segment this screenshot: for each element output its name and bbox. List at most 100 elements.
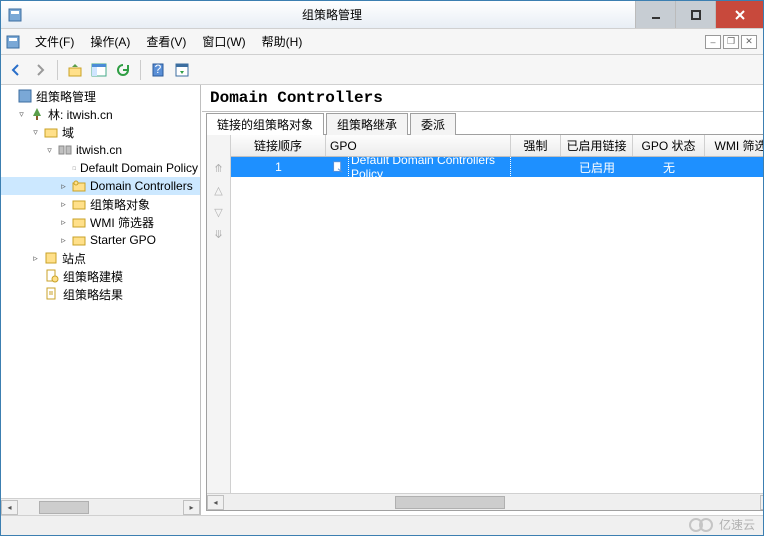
menu-bar: 文件(F) 操作(A) 查看(V) 窗口(W) 帮助(H) – ❐ ✕ [1,29,763,55]
tree-domain[interactable]: itwish.cn [1,141,200,159]
tree-starter-gpo[interactable]: Starter GPO [1,231,200,249]
col-status[interactable]: GPO 状态 [633,135,705,156]
mdi-minimize-button[interactable]: – [705,35,721,49]
scroll-thumb[interactable] [395,496,505,509]
mdi-restore-button[interactable]: ❐ [723,35,739,49]
gpo-link-icon [72,160,77,176]
tree-label: Domain Controllers [90,179,193,193]
grid-row[interactable]: 1 Default Domain Controllers Policy 已启用 … [231,157,763,177]
tab-linked-gpo[interactable]: 链接的组策略对象 [206,113,324,135]
tree-default-domain-policy[interactable]: Default Domain Policy [1,159,200,177]
watermark: 亿速云 [687,515,755,533]
tree-label: 站点 [62,250,86,267]
move-down-button[interactable]: ▽ [210,203,228,221]
maximize-button[interactable] [675,1,715,28]
title-bar: 组策略管理 [1,1,763,29]
forward-button[interactable] [29,59,51,81]
menu-file[interactable]: 文件(F) [27,30,82,53]
tab-strip: 链接的组策略对象 组策略继承 委派 [202,112,763,134]
sites-icon [43,250,59,266]
menu-window[interactable]: 窗口(W) [194,30,253,53]
tab-delegation[interactable]: 委派 [410,113,456,135]
content-pane: Domain Controllers 链接的组策略对象 组策略继承 委派 ⤊ △… [201,85,763,515]
tree-domain-controllers[interactable]: Domain Controllers [1,177,200,195]
col-gpo[interactable]: GPO [326,135,511,156]
grid-body: 1 Default Domain Controllers Policy 已启用 … [231,157,763,493]
tree-label: 组策略管理 [36,88,96,105]
tree-label: 组策略建模 [63,268,123,285]
scroll-right-button[interactable]: ▸ [183,500,200,515]
scroll-left-button[interactable]: ◂ [207,495,224,510]
cell-status: 无 [633,157,705,177]
svg-text:?: ? [155,62,162,76]
up-button[interactable] [64,59,86,81]
tree-label: itwish.cn [76,143,122,157]
col-force[interactable]: 强制 [511,135,561,156]
grid-horizontal-scrollbar[interactable]: ◂ ▸ [207,493,763,510]
mmc-icon [5,34,21,50]
tab-page: ⤊ △ ▽ ⤋ 链接顺序 GPO 强制 已启用链接 GPO 状态 WMI 筛选 [206,134,763,511]
move-top-button[interactable]: ⤊ [210,159,228,177]
domains-icon [43,124,59,140]
mdi-close-button[interactable]: ✕ [741,35,757,49]
show-hide-tree-button[interactable] [88,59,110,81]
cell-gpo-label: Default Domain Controllers Policy [348,157,511,177]
cell-order: 1 [231,157,326,177]
scroll-thumb[interactable] [39,501,89,514]
gpo-link-icon [331,159,345,175]
tree-sites[interactable]: 站点 [1,249,200,267]
tree-horizontal-scrollbar[interactable]: ◂ ▸ [1,498,200,515]
tree-label: 组策略对象 [90,196,150,213]
refresh-button[interactable] [112,59,134,81]
move-bottom-button[interactable]: ⤋ [210,225,228,243]
tree-label: 组策略结果 [63,286,123,303]
forest-icon [29,106,45,122]
gpo-grid[interactable]: 链接顺序 GPO 强制 已启用链接 GPO 状态 WMI 筛选 1 [231,135,763,493]
tree-label: 林: itwish.cn [48,106,113,123]
menu-view[interactable]: 查看(V) [138,30,194,53]
navigation-tree[interactable]: 组策略管理 林: itwish.cn 域 itwish.cn [1,85,200,498]
help-button[interactable]: ? [147,59,169,81]
tree-label: 域 [62,124,74,141]
tree-forest[interactable]: 林: itwish.cn [1,105,200,123]
toolbar: ? [1,55,763,85]
results-icon [44,286,60,302]
tree-label: Starter GPO [90,233,156,247]
tree-domains[interactable]: 域 [1,123,200,141]
cell-force [511,157,561,177]
grid-header: 链接顺序 GPO 强制 已启用链接 GPO 状态 WMI 筛选 [231,135,763,157]
tree-root[interactable]: 组策略管理 [1,87,200,105]
tree-pane: 组策略管理 林: itwish.cn 域 itwish.cn [1,85,201,515]
folder-icon [71,214,87,230]
minimize-button[interactable] [635,1,675,28]
move-up-button[interactable]: △ [210,181,228,199]
cell-gpo: Default Domain Controllers Policy [326,157,511,177]
close-button[interactable] [715,1,763,28]
tree-results[interactable]: 组策略结果 [1,285,200,303]
window-title: 组策略管理 [29,6,635,23]
scroll-left-button[interactable]: ◂ [1,500,18,515]
folder-icon [71,232,87,248]
tree-label: Default Domain Policy [80,161,198,175]
tab-inheritance[interactable]: 组策略继承 [326,113,408,135]
modeling-icon [44,268,60,284]
col-wmi[interactable]: WMI 筛选 [705,135,763,156]
menu-help[interactable]: 帮助(H) [254,30,311,53]
tree-label: WMI 筛选器 [90,214,154,231]
tree-wmi-filters[interactable]: WMI 筛选器 [1,213,200,231]
tree-gpo-objects[interactable]: 组策略对象 [1,195,200,213]
action-pane-button[interactable] [171,59,193,81]
col-link-enabled[interactable]: 已启用链接 [561,135,633,156]
col-order[interactable]: 链接顺序 [231,135,326,156]
link-order-buttons: ⤊ △ ▽ ⤋ [207,135,231,493]
cell-wmi [705,157,763,177]
back-button[interactable] [5,59,27,81]
scroll-right-button[interactable]: ▸ [760,495,763,510]
gpmc-icon [17,88,33,104]
content-header: Domain Controllers [202,85,763,112]
domain-icon [57,142,73,158]
cell-link: 已启用 [561,157,633,177]
watermark-text: 亿速云 [719,516,755,533]
tree-modeling[interactable]: 组策略建模 [1,267,200,285]
menu-action[interactable]: 操作(A) [82,30,138,53]
